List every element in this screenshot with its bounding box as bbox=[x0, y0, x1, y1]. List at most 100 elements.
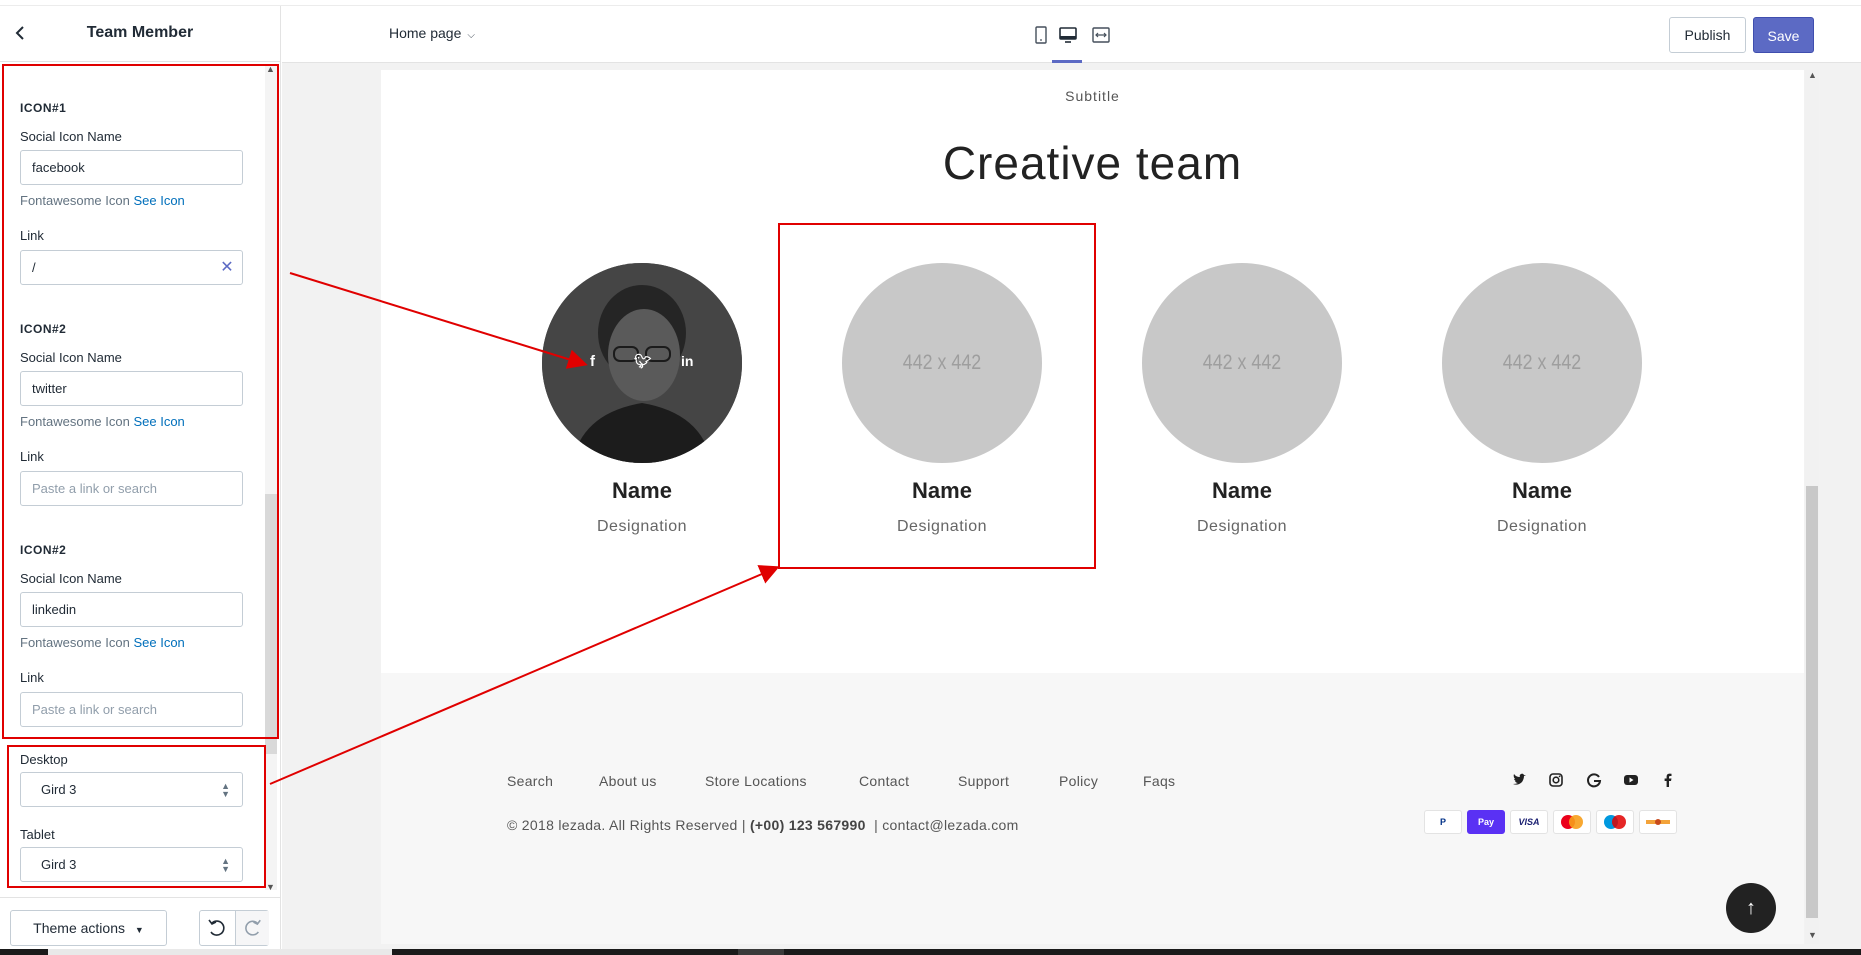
member-name: Name bbox=[912, 478, 972, 503]
maestro-icon bbox=[1596, 810, 1634, 834]
member-name: Name bbox=[1212, 478, 1272, 503]
icon-3-name-input[interactable]: linkedin bbox=[20, 592, 243, 627]
see-icon-link[interactable]: See Icon bbox=[133, 414, 184, 429]
member-photo-placeholder: 442 x 442 bbox=[1142, 263, 1342, 463]
scroll-up-icon[interactable]: ▲ bbox=[266, 64, 275, 74]
member-photo: f 🐦︎ in bbox=[542, 263, 742, 463]
desktop-grid-select[interactable]: Gird 3 ▲ ▼ bbox=[20, 772, 243, 807]
icon-2-help: Fontawesome Icon See Icon bbox=[20, 414, 185, 429]
member-designation: Designation bbox=[1497, 518, 1587, 535]
paypal-icon: P bbox=[1424, 810, 1462, 834]
preview-scrollbar[interactable]: ▲ ▼ bbox=[1805, 70, 1819, 944]
chevron-down-icon: ⌵ bbox=[467, 30, 475, 41]
facebook-icon[interactable] bbox=[1659, 771, 1677, 789]
linkedin-icon[interactable]: in bbox=[681, 353, 693, 369]
select-arrows-icon: ▲ ▼ bbox=[221, 781, 230, 799]
footer-link-stores[interactable]: Store Locations bbox=[705, 773, 807, 789]
icon-1-link-label: Link bbox=[20, 228, 44, 243]
bottom-strip bbox=[0, 949, 1861, 955]
undo-redo-group bbox=[199, 910, 269, 946]
sidebar-scrollbar-thumb[interactable] bbox=[265, 494, 277, 754]
placeholder-size-text: 442 x 442 bbox=[1502, 351, 1582, 374]
icon-2-heading: ICON#2 bbox=[20, 322, 67, 336]
icon-1-heading: ICON#1 bbox=[20, 101, 67, 115]
fullwidth-icon[interactable] bbox=[1090, 24, 1112, 46]
member-designation: Designation bbox=[897, 518, 987, 535]
back-to-top-button[interactable]: ↑ bbox=[1726, 883, 1776, 933]
icon-3-link-label: Link bbox=[20, 670, 44, 685]
icon-1-name-label: Social Icon Name bbox=[20, 129, 122, 144]
footer-link-support[interactable]: Support bbox=[958, 773, 1009, 789]
placeholder-size-text: 442 x 442 bbox=[902, 351, 982, 374]
mobile-icon[interactable] bbox=[1030, 24, 1052, 46]
generic-card-icon bbox=[1639, 810, 1677, 834]
member-name: Name bbox=[1512, 478, 1572, 503]
twitter-icon[interactable] bbox=[1510, 771, 1528, 789]
member-designation: Designation bbox=[1197, 518, 1287, 535]
icon-3-help: Fontawesome Icon See Icon bbox=[20, 635, 185, 650]
icon-3-name-label: Social Icon Name bbox=[20, 571, 122, 586]
editor-topbar: Home page ⌵ Publish Save bbox=[282, 6, 1861, 63]
bottom-strip-segment bbox=[48, 949, 392, 955]
redo-icon[interactable] bbox=[235, 911, 269, 945]
footer-link-contact[interactable]: Contact bbox=[859, 773, 909, 789]
footer-link-about[interactable]: About us bbox=[599, 773, 657, 789]
theme-actions-button[interactable]: Theme actions ▼ bbox=[10, 910, 167, 946]
scroll-up-icon[interactable]: ▲ bbox=[1808, 70, 1817, 80]
desktop-label: Desktop bbox=[20, 752, 68, 767]
sidebar-scrollbar[interactable] bbox=[265, 64, 277, 890]
caret-down-icon: ▼ bbox=[134, 925, 144, 935]
mastercard-icon bbox=[1553, 810, 1591, 834]
sidebar-settings: ICON#1 Social Icon Name facebook Fontawe… bbox=[0, 63, 281, 893]
footer-link-search[interactable]: Search bbox=[507, 773, 553, 789]
sidebar-footer: Theme actions ▼ bbox=[0, 897, 281, 949]
icon-1-name-input[interactable]: facebook bbox=[20, 150, 243, 185]
icon-2-link-label: Link bbox=[20, 449, 44, 464]
footer-link-faqs[interactable]: Faqs bbox=[1143, 773, 1175, 789]
clear-icon[interactable]: ✕ bbox=[218, 259, 236, 277]
footer-link-policy[interactable]: Policy bbox=[1059, 773, 1098, 789]
preview-frame: Subtitle Creative team f 🐦︎ in Name Desi… bbox=[381, 70, 1804, 944]
icon-2-name-input[interactable]: twitter bbox=[20, 371, 243, 406]
instagram-icon[interactable] bbox=[1547, 771, 1565, 789]
publish-button[interactable]: Publish bbox=[1669, 17, 1746, 53]
member-designation: Designation bbox=[597, 518, 687, 535]
arrow-up-icon: ↑ bbox=[1746, 897, 1756, 919]
sidebar-title: Team Member bbox=[86, 24, 194, 41]
member-photo-placeholder: 442 x 442 bbox=[1442, 263, 1642, 463]
section-subtitle: Subtitle bbox=[1065, 88, 1120, 104]
icon-3-link-input[interactable]: Paste a link or search bbox=[20, 692, 243, 727]
icon-2-link-input[interactable]: Paste a link or search bbox=[20, 471, 243, 506]
icon-3-heading: ICON#2 bbox=[20, 543, 67, 557]
see-icon-link[interactable]: See Icon bbox=[133, 635, 184, 650]
member-photo-placeholder: 442 x 442 bbox=[842, 263, 1042, 463]
member-social-icons: f 🐦︎ in bbox=[542, 353, 742, 377]
scroll-down-icon[interactable]: ▼ bbox=[266, 882, 275, 892]
placeholder-size-text: 442 x 442 bbox=[1202, 351, 1282, 374]
scroll-down-icon[interactable]: ▼ bbox=[1808, 930, 1817, 940]
desktop-icon[interactable] bbox=[1057, 24, 1079, 46]
visa-icon: VISA bbox=[1510, 810, 1548, 834]
section-title: Creative team bbox=[942, 137, 1243, 189]
see-icon-link[interactable]: See Icon bbox=[133, 193, 184, 208]
tablet-grid-select[interactable]: Gird 3 ▲ ▼ bbox=[20, 847, 243, 882]
bottom-strip-segment bbox=[738, 949, 784, 955]
preview-scrollbar-thumb[interactable] bbox=[1806, 486, 1818, 918]
site-footer: Search About us Store Locations Contact … bbox=[381, 673, 1804, 944]
facebook-icon[interactable]: f bbox=[590, 353, 595, 370]
save-button[interactable]: Save bbox=[1753, 17, 1814, 53]
icon-2-name-label: Social Icon Name bbox=[20, 350, 122, 365]
page-selector[interactable]: Home page ⌵ bbox=[389, 25, 475, 41]
editor-sidebar: Team Member ICON#1 Social Icon Name face… bbox=[0, 6, 281, 949]
twitter-icon[interactable]: 🐦︎ bbox=[634, 353, 652, 370]
footer-copyright: © 2018 lezada. All Rights Reserved | (+0… bbox=[507, 817, 1019, 833]
shop-pay-icon: Pay bbox=[1467, 810, 1505, 834]
member-name: Name bbox=[612, 478, 672, 503]
tablet-label: Tablet bbox=[20, 827, 55, 842]
icon-1-help: Fontawesome Icon See Icon bbox=[20, 193, 185, 208]
icon-1-link-input[interactable]: / ✕ bbox=[20, 250, 243, 285]
youtube-icon[interactable] bbox=[1622, 771, 1640, 789]
sidebar-header: Team Member bbox=[0, 6, 280, 62]
undo-icon[interactable] bbox=[200, 911, 234, 945]
google-icon[interactable] bbox=[1585, 771, 1603, 789]
